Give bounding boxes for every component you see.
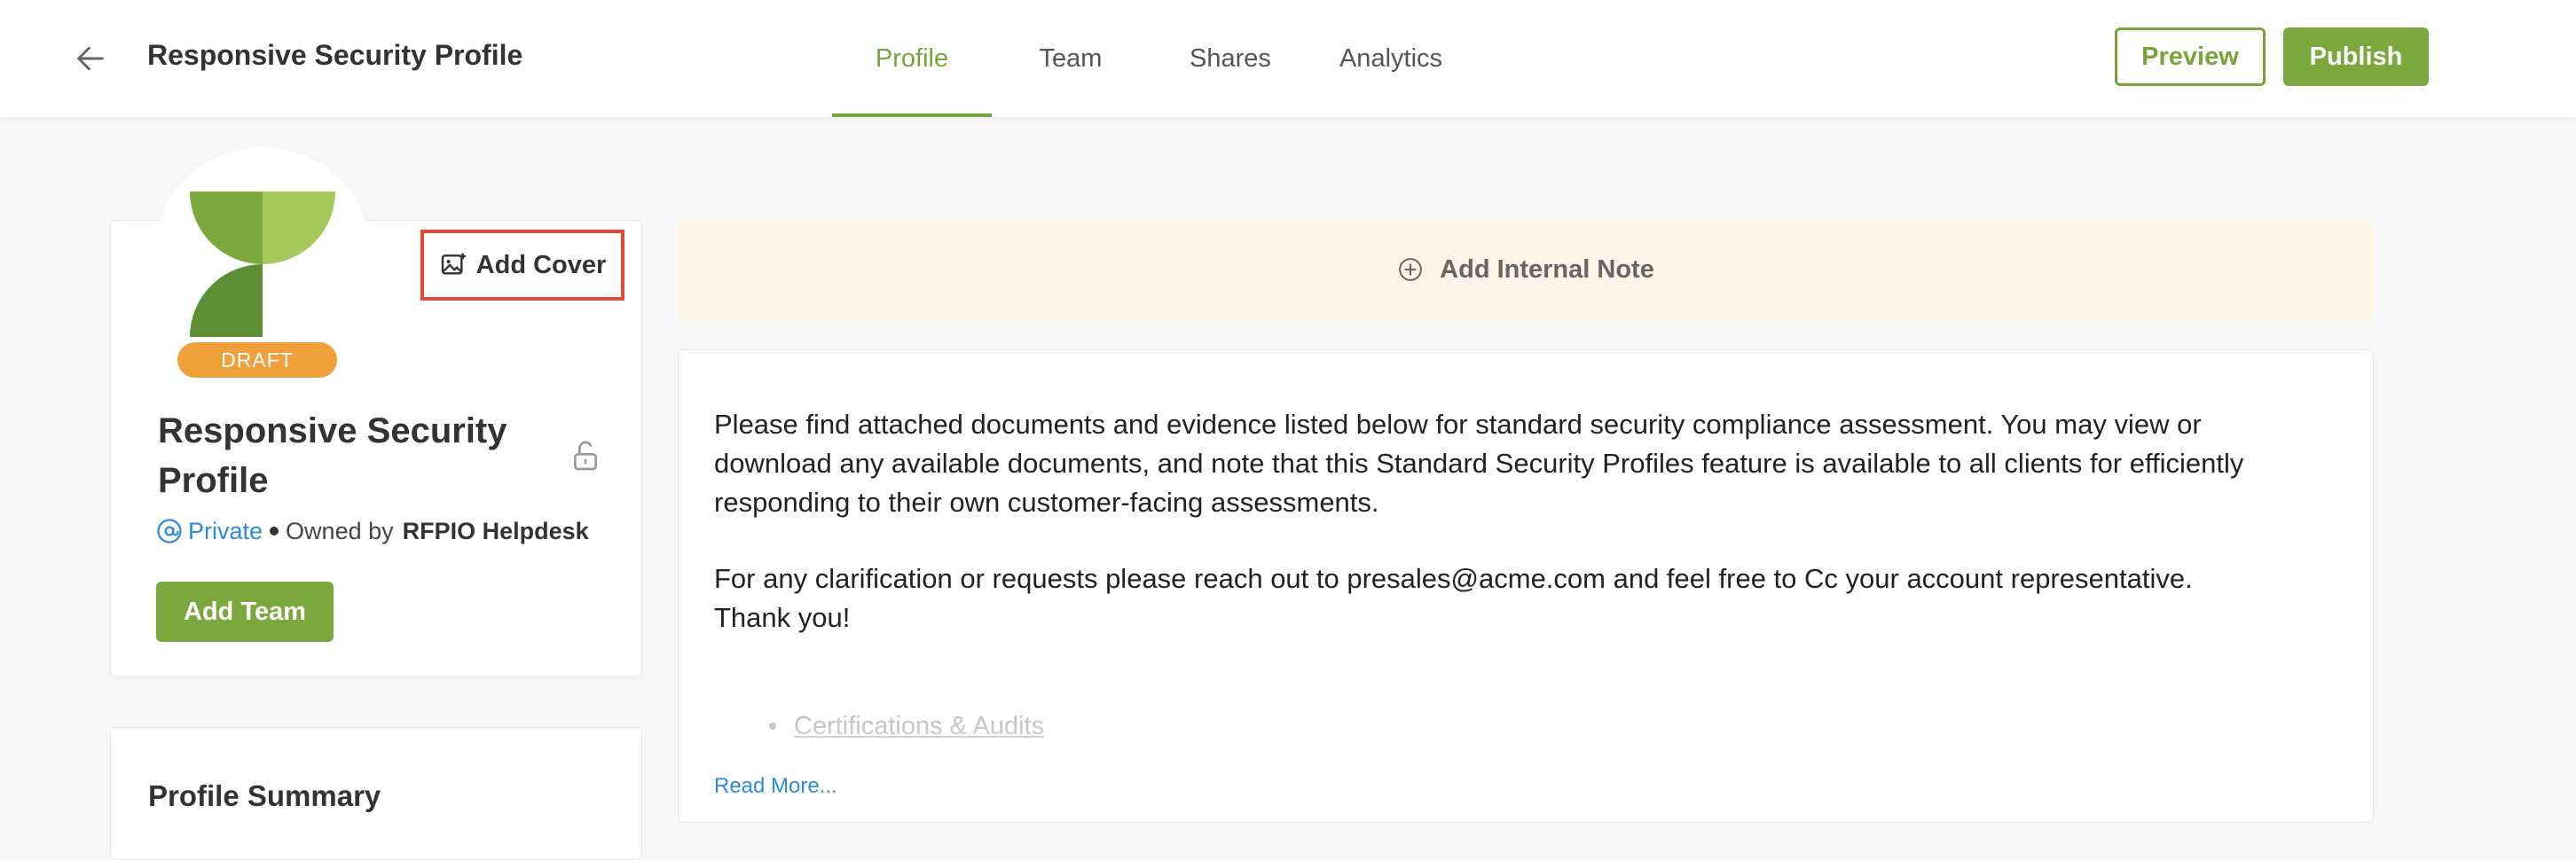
description-paragraph: Thank you! — [714, 602, 851, 633]
status-badge: DRAFT — [177, 342, 337, 378]
document-link[interactable]: Certifications & Audits — [794, 708, 1044, 739]
tab-team[interactable]: Team — [1020, 0, 1121, 117]
description-paragraph: Please find attached documents and evide… — [714, 409, 2244, 518]
private-at-icon — [157, 519, 182, 543]
add-team-button[interactable]: Add Team — [156, 582, 334, 642]
back-button[interactable] — [69, 37, 112, 80]
publish-button[interactable]: Publish — [2283, 27, 2429, 86]
tab-profile[interactable]: Profile — [832, 0, 992, 117]
plus-circle-icon — [1399, 258, 1423, 281]
add-internal-note-button[interactable]: Add Internal Note — [678, 218, 2374, 321]
top-header: Responsive Security Profile Profile Team… — [0, 0, 2576, 117]
arrow-left-icon — [77, 46, 104, 71]
profile-summary-title: Profile Summary — [148, 779, 381, 812]
image-add-icon — [441, 253, 466, 275]
tab-shares[interactable]: Shares — [1180, 0, 1281, 117]
owned-by-label: Owned by — [286, 517, 394, 544]
company-logo — [190, 192, 335, 337]
bullet-dot — [769, 723, 776, 730]
visibility-link[interactable]: Private — [156, 518, 263, 545]
read-more-link[interactable]: Read More... — [714, 774, 837, 799]
page-title: Responsive Security Profile — [147, 39, 523, 71]
add-cover-button[interactable]: Add Cover — [420, 230, 624, 301]
document-list: Certifications & Audits — [769, 708, 1834, 739]
add-cover-label: Add Cover — [475, 250, 607, 279]
add-internal-note-label: Add Internal Note — [1440, 254, 1654, 284]
description-paragraph: For any clarification or requests please… — [714, 563, 2193, 594]
description-card: Please find attached documents and evide… — [678, 349, 2374, 823]
profile-name: Responsive Security Profile — [158, 411, 507, 500]
description-body: Please find attached documents and evide… — [714, 405, 2258, 637]
tab-analytics[interactable]: Analytics — [1325, 0, 1457, 117]
separator-dot — [270, 527, 279, 536]
list-item: Certifications & Audits — [769, 708, 1834, 739]
unlock-icon[interactable] — [568, 438, 603, 473]
visibility-label: Private — [188, 517, 263, 544]
profile-summary-card: Profile Summary — [110, 727, 642, 860]
preview-button[interactable]: Preview — [2115, 27, 2266, 86]
owner-name: RFPIO Helpdesk — [402, 517, 589, 544]
profile-meta: Private Owned by RFPIO Helpdesk — [156, 513, 589, 549]
